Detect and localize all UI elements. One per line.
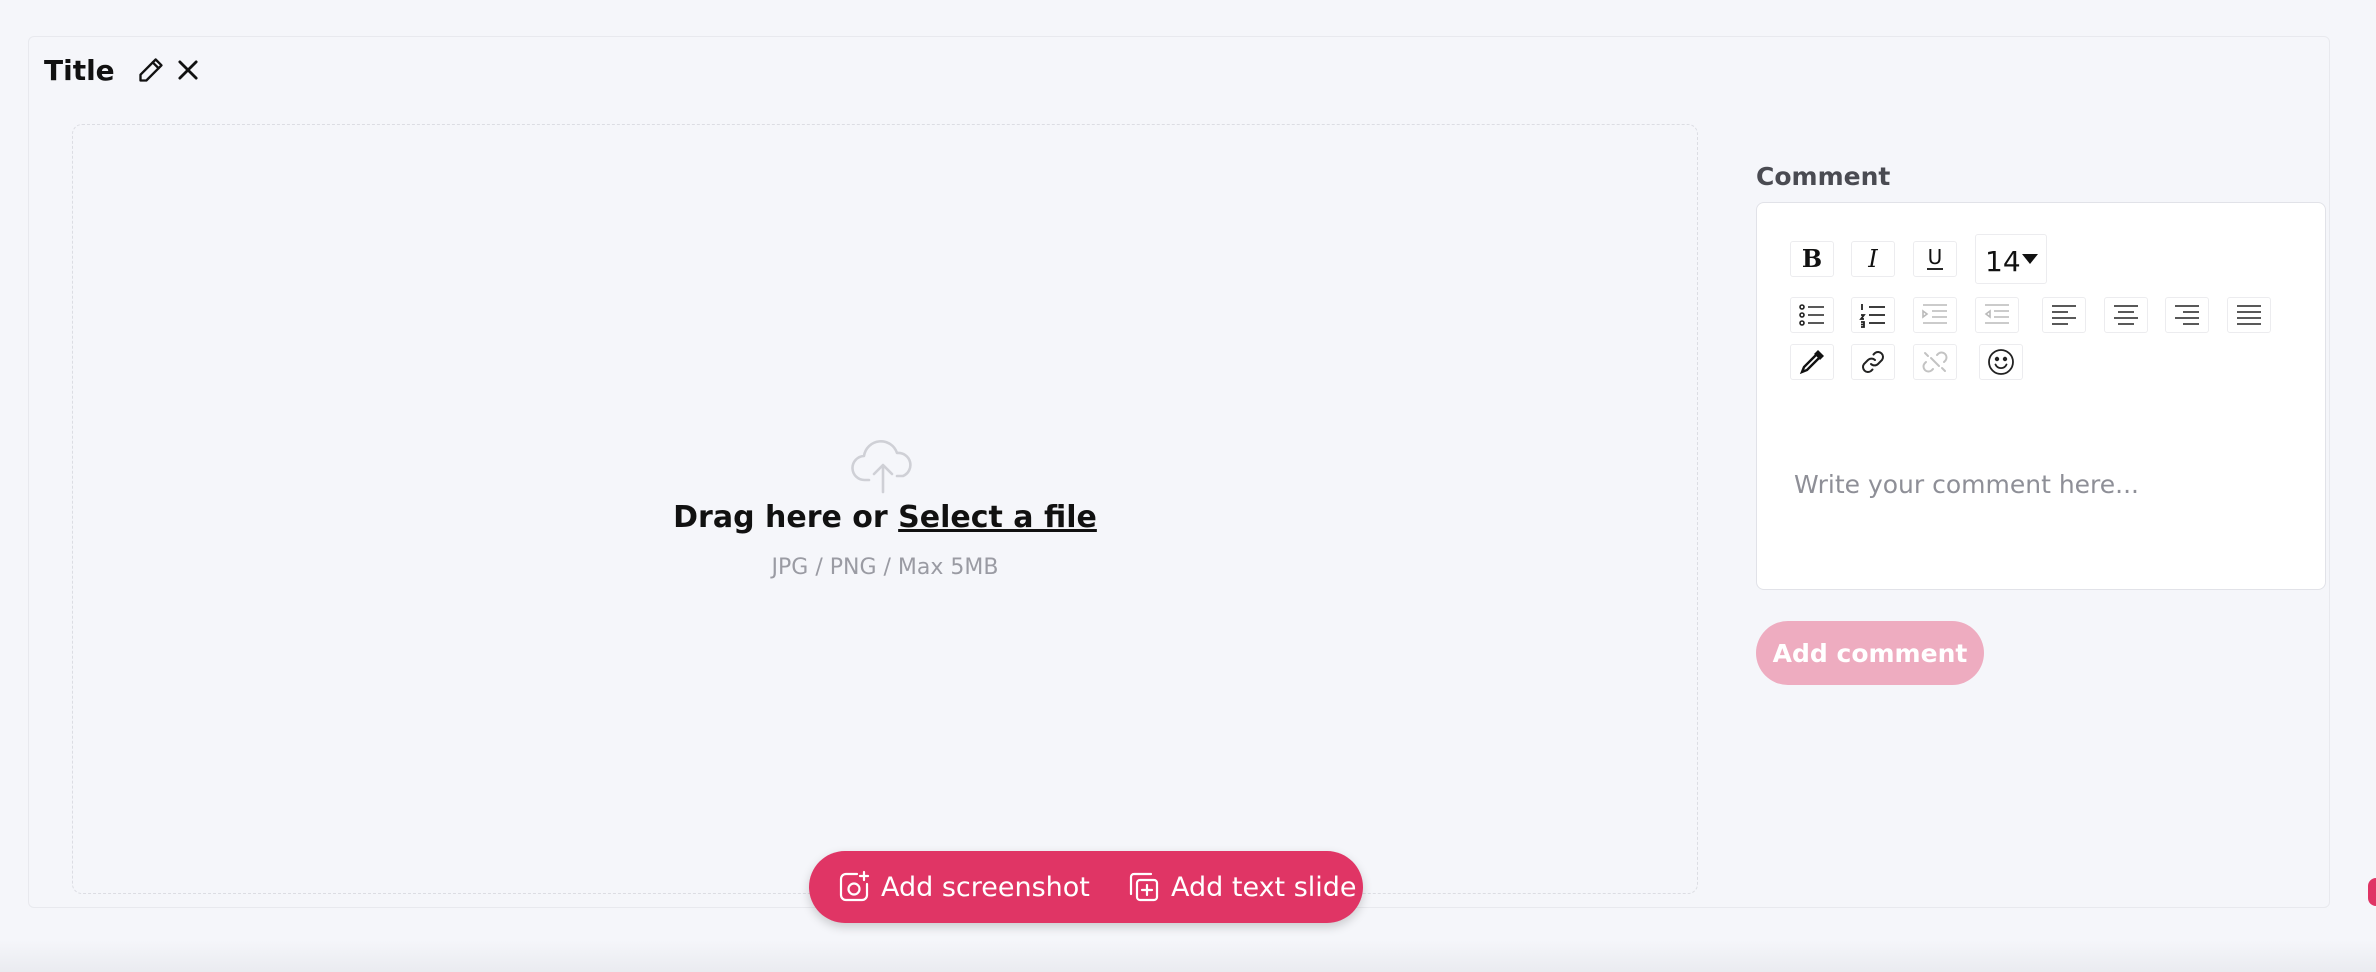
cloud-upload-icon (851, 438, 915, 494)
add-slide-actions: Add screenshot Add text slide (809, 851, 1363, 923)
add-comment-button[interactable]: Add comment (1756, 621, 1984, 685)
indent-icon[interactable] (1913, 297, 1957, 333)
slide-title: Title (44, 54, 115, 87)
bottom-edge (0, 940, 2376, 972)
drag-text: Drag here or (673, 500, 899, 535)
drag-instruction: Drag here or Select a file (0, 500, 1770, 535)
justify-icon[interactable] (2227, 297, 2271, 333)
caret-down-icon (2022, 254, 2038, 264)
svg-text:B: B (1802, 244, 1822, 273)
close-icon[interactable] (174, 56, 202, 84)
svg-text:U: U (1928, 245, 1943, 269)
comment-label: Comment (1756, 162, 1891, 191)
unlink-icon[interactable] (1913, 344, 1957, 380)
select-file-link[interactable]: Select a file (898, 500, 1097, 535)
add-screenshot-button[interactable]: Add screenshot (837, 851, 1090, 923)
add-text-slide-label: Add text slide (1171, 871, 1357, 903)
file-hint: JPG / PNG / Max 5MB (771, 555, 999, 580)
align-right-icon[interactable] (2165, 297, 2209, 333)
add-text-slide-button[interactable]: Add text slide (1127, 851, 1357, 923)
camera-plus-icon (839, 870, 870, 902)
comment-input[interactable]: Write your comment here... (1794, 470, 2294, 499)
bold-icon[interactable]: B (1790, 241, 1834, 277)
link-icon[interactable] (1851, 344, 1895, 380)
font-size-select[interactable]: 14 (1975, 234, 2047, 284)
align-center-icon[interactable] (2104, 297, 2148, 333)
bullet-list-icon[interactable] (1790, 297, 1834, 333)
add-screenshot-label: Add screenshot (881, 871, 1090, 903)
underline-icon[interactable]: U (1913, 241, 1957, 277)
numbered-list-icon[interactable] (1851, 297, 1895, 333)
outdent-icon[interactable] (1975, 297, 2019, 333)
svg-text:I: I (1867, 245, 1878, 273)
font-size-value: 14 (1985, 245, 2021, 278)
eyedropper-icon[interactable] (1790, 344, 1834, 380)
floating-widget-edge[interactable] (2368, 878, 2376, 906)
emoji-icon[interactable] (1979, 344, 2023, 380)
italic-icon[interactable]: I (1851, 241, 1895, 277)
align-left-icon[interactable] (2042, 297, 2086, 333)
copy-plus-icon (1129, 872, 1159, 902)
pencil-icon[interactable] (137, 56, 165, 84)
